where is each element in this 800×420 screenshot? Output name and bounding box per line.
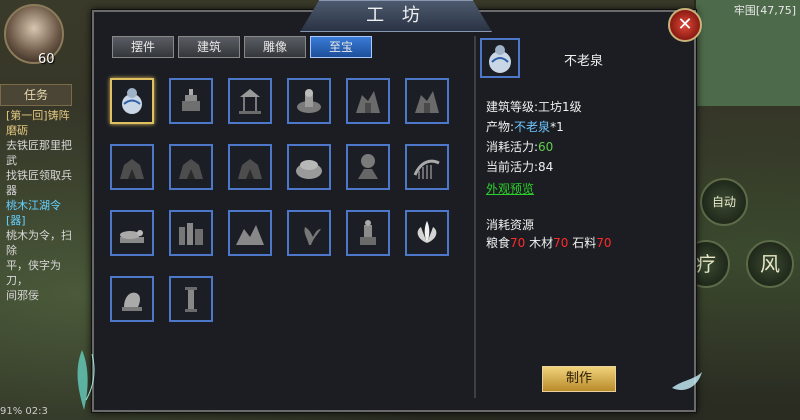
- quest-tab[interactable]: 任务: [0, 84, 72, 106]
- leaf-ornament-icon: [77, 350, 95, 410]
- item-slot[interactable]: [346, 78, 390, 124]
- item-slot[interactable]: [110, 78, 154, 124]
- product-row: 产物:不老泉*1: [486, 120, 564, 134]
- item-slot[interactable]: [346, 144, 390, 190]
- quest-text: 平，侠字为刀，: [6, 259, 61, 287]
- quest-log[interactable]: [第一回]铸阵磨砺 去铁匠那里把武 找铁匠领取兵器 桃木江湖令[器] 桃木为令，…: [6, 108, 76, 303]
- quest-title: [第一回]铸阵磨砺: [6, 109, 70, 137]
- quest-text: 去铁匠那里把武: [6, 139, 72, 167]
- resources-row: 粮食70 木材70 石料70: [486, 236, 612, 250]
- item-slot[interactable]: [169, 276, 213, 322]
- tab-statues[interactable]: 雕像: [244, 36, 306, 58]
- item-slot[interactable]: [287, 210, 331, 256]
- close-icon: ✕: [677, 14, 693, 35]
- current-energy-row: 当前活力:84: [486, 160, 554, 174]
- make-button[interactable]: 制作: [542, 366, 616, 392]
- item-slot[interactable]: [228, 144, 272, 190]
- building-level-row: 建筑等级:工坊1级: [486, 100, 582, 114]
- item-slot[interactable]: [287, 144, 331, 190]
- resources-title: 消耗资源: [486, 218, 535, 232]
- item-slot[interactable]: [169, 210, 213, 256]
- tab-ornaments[interactable]: 摆件: [112, 36, 174, 58]
- item-slot[interactable]: [169, 144, 213, 190]
- quest-text: 找铁匠领取兵器: [6, 169, 72, 197]
- panel-title: 工 坊: [300, 0, 492, 32]
- item-slot[interactable]: [228, 210, 272, 256]
- quest-item: 桃木江湖令[器]: [6, 199, 61, 227]
- consume-energy-row: 消耗活力:60: [486, 140, 554, 154]
- item-slot[interactable]: [405, 78, 449, 124]
- quest-text: 间邪佞: [6, 289, 39, 302]
- item-slot[interactable]: [110, 276, 154, 322]
- tab-treasures[interactable]: 至宝: [310, 36, 372, 58]
- item-slot[interactable]: [346, 210, 390, 256]
- detail-item-name: 不老泉: [564, 54, 604, 69]
- minimap[interactable]: 牢围[47,75]: [694, 0, 800, 106]
- appearance-preview-link[interactable]: 外观预览: [486, 180, 534, 197]
- auto-skill-button[interactable]: 自动: [700, 178, 748, 226]
- item-slot[interactable]: [169, 78, 213, 124]
- detail-pane: 不老泉 建筑等级:工坊1级 产物:不老泉*1 消耗活力:60 当前活力:84 外…: [476, 36, 690, 396]
- item-slot[interactable]: [405, 210, 449, 256]
- quest-text: 桃木为令，扫除: [6, 229, 72, 257]
- map-coordinates: 牢围[47,75]: [733, 4, 796, 17]
- item-slot[interactable]: [405, 144, 449, 190]
- item-slot[interactable]: [110, 144, 154, 190]
- item-slot[interactable]: [228, 78, 272, 124]
- detail-item-icon: [480, 38, 520, 78]
- item-slot[interactable]: [110, 210, 154, 256]
- skill-wind-button[interactable]: 风: [746, 240, 794, 288]
- item-slot[interactable]: [287, 78, 331, 124]
- player-level: 60: [38, 52, 55, 67]
- bird-ornament-icon: [672, 372, 702, 391]
- player-avatar[interactable]: [4, 4, 64, 64]
- tab-buildings[interactable]: 建筑: [178, 36, 240, 58]
